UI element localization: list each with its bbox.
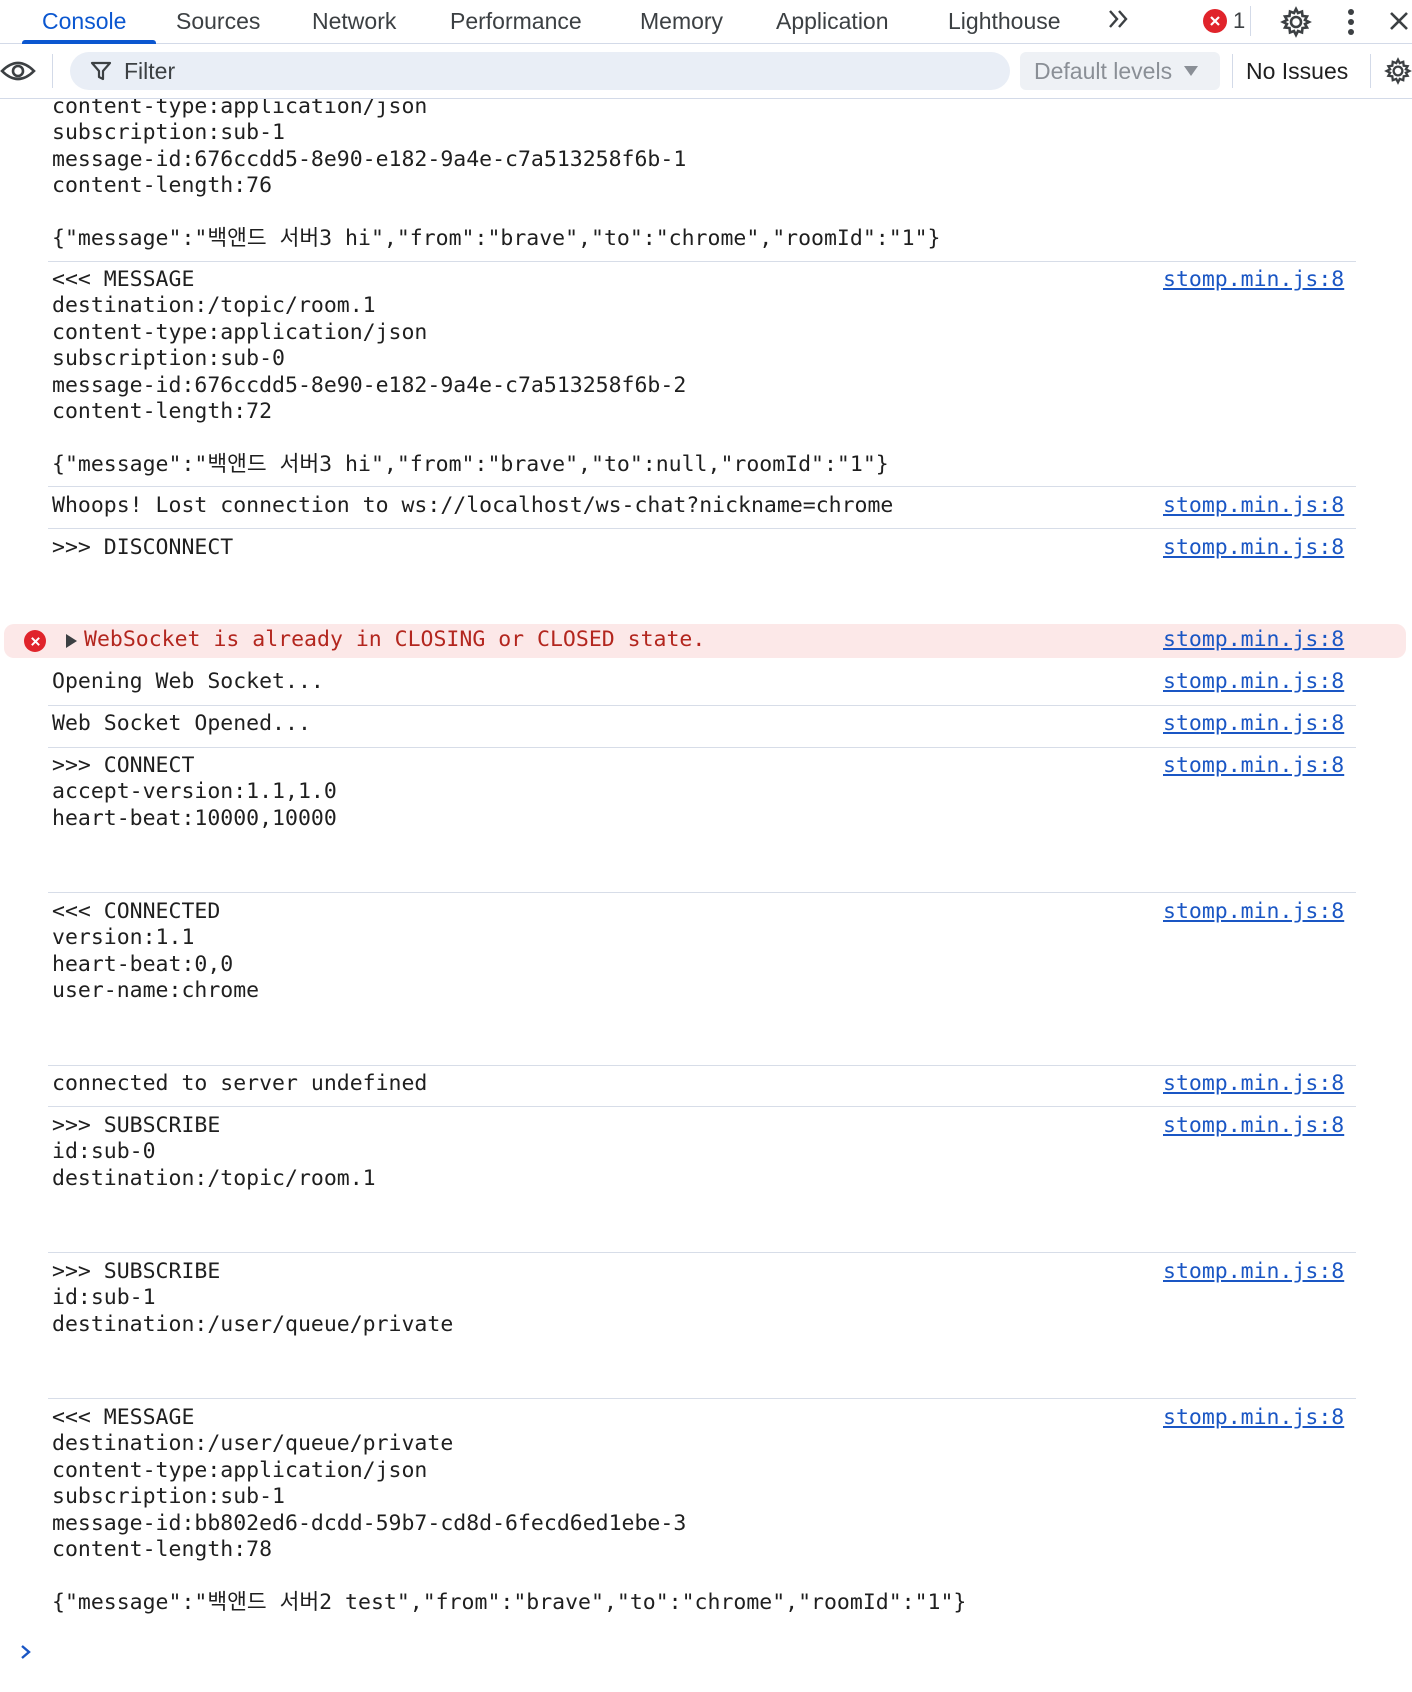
message-divider (48, 486, 1356, 487)
error-count-label: 1 (1233, 8, 1246, 33)
source-link[interactable]: stomp.min.js:8 (1163, 1405, 1344, 1431)
tab-memory[interactable]: Memory (640, 0, 723, 44)
source-link[interactable]: stomp.min.js:8 (1163, 627, 1344, 653)
error-icon (1203, 9, 1227, 33)
issues-button[interactable]: No Issues (1246, 52, 1348, 90)
console-message: Web Socket Opened... (52, 711, 311, 736)
source-link[interactable]: stomp.min.js:8 (1163, 267, 1344, 293)
log-levels-label: Default levels (1034, 57, 1173, 84)
console-prompt-chevron-icon[interactable] (18, 1642, 34, 1662)
source-link[interactable]: stomp.min.js:8 (1163, 493, 1344, 519)
message-divider (48, 1398, 1356, 1399)
message-divider (48, 1065, 1356, 1066)
error-message-row[interactable]: WebSocket is already in CLOSING or CLOSE… (4, 624, 1406, 658)
source-link[interactable]: stomp.min.js:8 (1163, 753, 1344, 779)
message-divider (48, 892, 1356, 893)
console-message: >>> DISCONNECT (52, 535, 234, 560)
console-message: Opening Web Socket... (52, 669, 324, 694)
more-options-icon[interactable] (1338, 4, 1364, 40)
tab-performance[interactable]: Performance (450, 0, 582, 44)
source-link[interactable]: stomp.min.js:8 (1163, 535, 1344, 561)
console-message: connected to server undefined (52, 1071, 428, 1096)
message-divider (48, 528, 1356, 529)
live-expression-eye-icon[interactable] (0, 54, 36, 88)
console-filter-bar: Filter Default levels No Issues (0, 44, 1412, 99)
tab-application[interactable]: Application (776, 0, 889, 44)
tab-sources[interactable]: Sources (176, 0, 260, 44)
source-link[interactable]: stomp.min.js:8 (1163, 669, 1344, 695)
error-counter-button[interactable]: 1 (1203, 6, 1245, 36)
console-message: <<< MESSAGE destination:/topic/room.1 co… (52, 267, 889, 477)
divider (52, 54, 53, 88)
source-link[interactable]: stomp.min.js:8 (1163, 899, 1344, 925)
filter-placeholder: Filter (124, 57, 176, 84)
message-divider (48, 705, 1356, 706)
tab-console[interactable]: Console (42, 0, 126, 44)
filter-funnel-icon (90, 60, 112, 82)
console-messages: content-type:application/json subscripti… (0, 99, 1412, 1692)
settings-gear-icon[interactable] (1278, 4, 1314, 40)
source-link[interactable]: stomp.min.js:8 (1163, 1071, 1344, 1097)
more-tabs-icon[interactable] (1104, 4, 1134, 34)
error-icon (24, 630, 46, 652)
source-link[interactable]: stomp.min.js:8 (1163, 1113, 1344, 1139)
console-settings-gear-icon[interactable] (1384, 54, 1412, 88)
divider (1370, 54, 1371, 88)
log-levels-dropdown[interactable]: Default levels (1020, 52, 1220, 90)
message-divider (48, 261, 1356, 262)
console-message: <<< MESSAGE destination:/user/queue/priv… (52, 1405, 967, 1615)
console-message: <<< CONNECTED version:1.1 heart-beat:0,0… (52, 899, 260, 1004)
tab-lighthouse[interactable]: Lighthouse (948, 0, 1061, 44)
console-message: content-type:application/json subscripti… (52, 99, 941, 252)
message-divider (48, 1106, 1356, 1107)
source-link[interactable]: stomp.min.js:8 (1163, 1259, 1344, 1285)
source-link[interactable]: stomp.min.js:8 (1163, 711, 1344, 737)
console-message: >>> CONNECT accept-version:1.1,1.0 heart… (52, 753, 337, 831)
devtools-tab-bar: Console Sources Network Performance Memo… (0, 0, 1412, 44)
console-message: >>> SUBSCRIBE id:sub-0 destination:/topi… (52, 1113, 376, 1191)
filter-input[interactable]: Filter (70, 52, 1010, 90)
chevron-down-icon (1184, 66, 1199, 76)
error-message: WebSocket is already in CLOSING or CLOSE… (84, 627, 706, 652)
divider (1250, 6, 1251, 36)
message-divider (48, 747, 1356, 748)
divider (1232, 54, 1233, 88)
expand-triangle-icon[interactable] (66, 634, 77, 648)
console-message: >>> SUBSCRIBE id:sub-1 destination:/user… (52, 1259, 454, 1337)
close-icon[interactable] (1386, 6, 1412, 36)
message-divider (48, 1252, 1356, 1253)
tab-network[interactable]: Network (312, 0, 396, 44)
console-message: Whoops! Lost connection to ws://localhos… (52, 493, 894, 518)
